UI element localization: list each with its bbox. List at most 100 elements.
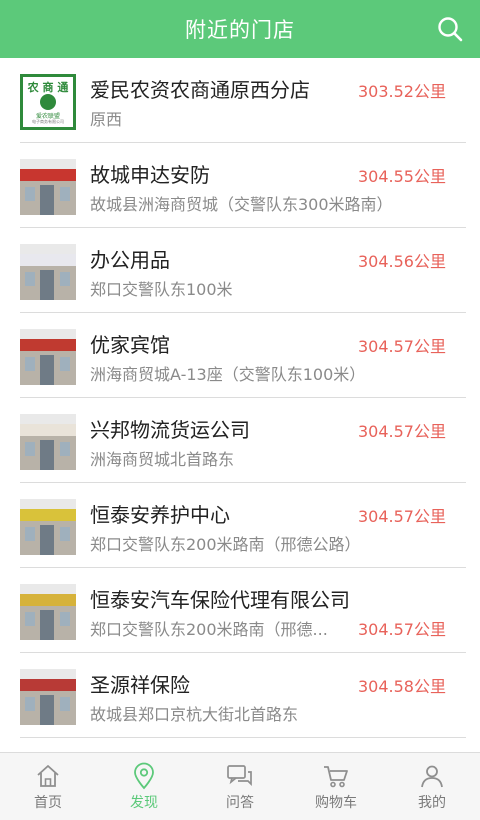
store-list-item[interactable]: 兴邦物流货运公司 洲海商贸城北首路东 304.57公里 <box>0 398 480 483</box>
logo-text: 农 商 通 <box>27 81 69 94</box>
store-name: 优家宾馆 <box>90 333 170 357</box>
store-thumbnail <box>20 499 76 555</box>
store-name: 故城申达安防 <box>90 163 210 187</box>
photo-sky <box>20 244 76 254</box>
store-address: 故城县郑口京杭大街北首路东 <box>90 705 299 724</box>
shop-door <box>40 355 54 385</box>
tab-label: 首页 <box>34 795 62 811</box>
storefront-photo <box>20 499 76 555</box>
store-list-item[interactable]: 恒泰安养护中心郑口交警队东200米路南（邢德公路） 304.57公里 <box>0 483 480 568</box>
tab-location-pin[interactable]: 发现 <box>96 753 192 820</box>
photo-sky <box>20 669 76 679</box>
shop-window <box>60 272 70 286</box>
shop-window <box>25 527 35 541</box>
store-address: 郑口交警队东200米路南（邢德... <box>90 620 328 639</box>
location-pin-icon <box>130 762 158 790</box>
shop-door <box>40 695 54 725</box>
tab-label: 购物车 <box>315 795 357 811</box>
store-thumbnail <box>20 159 76 215</box>
store-address: 故城县洲海商贸城（交警队东300米路南） <box>90 195 393 214</box>
store-distance: 304.56公里 <box>356 248 446 272</box>
store-distance: 304.57公里 <box>356 616 446 640</box>
store-list-item[interactable]: 办公用品郑口交警队东100米 304.56公里 <box>0 228 480 313</box>
store-distance: 304.57公里 <box>356 333 446 357</box>
chat-bubbles-icon <box>226 762 254 790</box>
tab-home[interactable]: 首页 <box>0 753 96 820</box>
photo-sky <box>20 584 76 594</box>
store-distance: 304.55公里 <box>356 163 446 187</box>
tab-label: 问答 <box>226 795 254 811</box>
store-distance: 303.52公里 <box>356 78 446 102</box>
store-name: 办公用品 <box>90 248 170 272</box>
store-address: 郑口交警队东200米路南（邢德公路） <box>90 535 358 554</box>
photo-sky <box>20 499 76 509</box>
shop-window <box>60 527 70 541</box>
shop-window <box>25 272 35 286</box>
person-icon <box>418 762 446 790</box>
storefront-photo <box>20 414 76 470</box>
page-title: 附近的门店 <box>185 18 295 42</box>
shop-signboard <box>20 424 76 436</box>
store-list-item[interactable]: 优家宾馆 洲海商贸城A-13座（交警队东100米） 304.57公里 <box>0 313 480 398</box>
store-distance: 304.57公里 <box>356 503 446 527</box>
logo-text: 电子商务有限公司 <box>32 119 64 124</box>
storefront-photo <box>20 669 76 725</box>
tab-chat-bubbles[interactable]: 问答 <box>192 753 288 820</box>
shop-door <box>40 270 54 300</box>
shop-window <box>25 442 35 456</box>
logo-emblem <box>40 94 56 110</box>
photo-sky <box>20 414 76 424</box>
shop-door <box>40 525 54 555</box>
tab-person[interactable]: 我的 <box>384 753 480 820</box>
shop-signboard <box>20 254 76 266</box>
shop-window <box>25 187 35 201</box>
bottom-tab-bar: 首页 发现 问答 购物车 我的 <box>0 752 480 820</box>
store-address: 原西 <box>90 110 123 129</box>
store-address: 郑口交警队东100米 <box>90 280 233 299</box>
store-name: 恒泰安养护中心 <box>90 503 230 527</box>
photo-sky <box>20 329 76 339</box>
photo-sky <box>20 159 76 169</box>
store-distance: 304.58公里 <box>356 673 446 697</box>
shop-window <box>60 697 70 711</box>
store-list-item[interactable]: 故城申达安防故城县洲海商贸城（交警队东300米路南） 304.55公里 <box>0 143 480 228</box>
shopping-cart-icon <box>322 762 350 790</box>
store-list-item[interactable]: 圣源祥保险故城县郑口京杭大街北首路东 304.58公里 <box>0 653 480 738</box>
shop-signboard <box>20 169 76 181</box>
shop-window <box>60 187 70 201</box>
store-logo: 农 商 通爱农联盟 电子商务有限公司 <box>20 74 76 130</box>
storefront-photo <box>20 329 76 385</box>
store-name: 爱民农资农商通原西分店 <box>90 78 310 102</box>
row-divider <box>20 737 466 738</box>
tab-label: 发现 <box>130 795 158 811</box>
store-thumbnail <box>20 584 76 640</box>
shop-signboard <box>20 509 76 521</box>
store-thumbnail: 农 商 通爱农联盟 电子商务有限公司 <box>20 74 76 130</box>
shop-signboard <box>20 679 76 691</box>
tab-shopping-cart[interactable]: 购物车 <box>288 753 384 820</box>
store-thumbnail <box>20 414 76 470</box>
shop-window <box>60 612 70 626</box>
store-thumbnail <box>20 669 76 725</box>
storefront-photo <box>20 159 76 215</box>
tab-label: 我的 <box>418 795 446 811</box>
shop-door <box>40 440 54 470</box>
top-bar: 附近的门店 <box>0 0 480 58</box>
store-list-item[interactable]: 恒泰安汽车保险代理有限公司 郑口交警队东200米路南（邢德... 304.57公里 <box>0 568 480 653</box>
search-icon[interactable] <box>434 13 466 45</box>
store-name: 圣源祥保险 <box>90 673 190 697</box>
shop-window <box>60 442 70 456</box>
storefront-photo <box>20 244 76 300</box>
store-thumbnail <box>20 329 76 385</box>
shop-window <box>25 612 35 626</box>
store-distance: 304.57公里 <box>356 418 446 442</box>
shop-signboard <box>20 594 76 606</box>
store-list-item[interactable]: 农 商 通爱农联盟 电子商务有限公司 爱民农资农商通原西分店原西 303.52公里 <box>0 58 480 143</box>
shop-window <box>25 697 35 711</box>
store-address: 洲海商贸城北首路东 <box>90 450 235 469</box>
shop-door <box>40 185 54 215</box>
store-list[interactable]: 农 商 通爱农联盟 电子商务有限公司 爱民农资农商通原西分店原西 303.52公里故城… <box>0 58 480 752</box>
shop-door <box>40 610 54 640</box>
shop-window <box>25 357 35 371</box>
home-icon <box>34 762 62 790</box>
